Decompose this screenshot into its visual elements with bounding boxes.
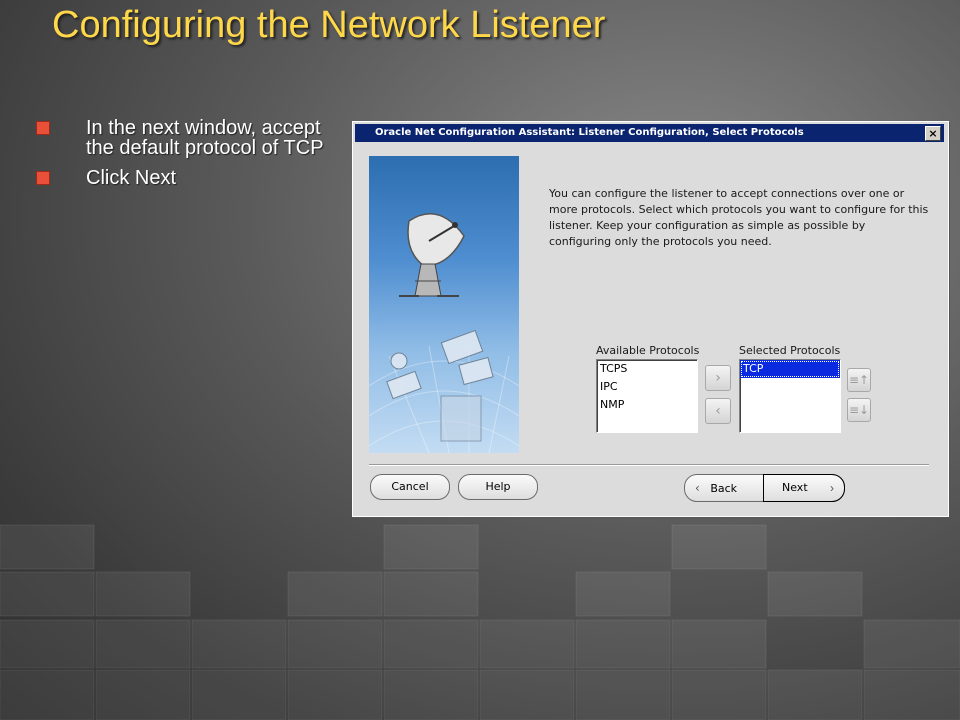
help-button[interactable]: Help: [458, 474, 538, 500]
bullet-square-icon: [36, 121, 50, 135]
bullet-text: In the next window, accept the default p…: [86, 117, 324, 159]
list-item-selected[interactable]: TCP: [740, 360, 840, 378]
available-protocols-list[interactable]: TCPS IPC NMP: [596, 359, 698, 433]
remove-protocol-button[interactable]: ‹: [705, 398, 731, 424]
back-button[interactable]: ‹ Back: [695, 475, 737, 501]
navigation-button-group: ‹ Back Next ›: [684, 474, 845, 502]
list-item[interactable]: NMP: [597, 396, 697, 414]
close-button[interactable]: ×: [925, 126, 941, 141]
back-label: Back: [710, 482, 738, 495]
bullet-square-icon: [36, 171, 50, 185]
illustration-graphic: [369, 213, 519, 453]
footer-divider: [369, 464, 929, 466]
dialog-description: You can configure the listener to accept…: [549, 187, 929, 248]
selected-protocols-label: Selected Protocols: [739, 344, 841, 357]
move-up-icon: ≡↑: [848, 373, 870, 387]
satellite-dish-illustration: [369, 156, 519, 453]
cancel-button[interactable]: Cancel: [370, 474, 450, 500]
move-down-icon: ≡↓: [848, 403, 870, 417]
listener-config-dialog: Oracle Net Configuration Assistant: List…: [352, 121, 949, 517]
list-item[interactable]: TCPS: [597, 360, 697, 378]
chevron-right-icon: ›: [715, 370, 721, 386]
available-protocols-label: Available Protocols: [596, 344, 700, 357]
bullet-list: In the next window, accept the default p…: [36, 118, 336, 198]
selected-protocols-list[interactable]: TCP: [739, 359, 841, 433]
add-protocol-button[interactable]: ›: [705, 365, 731, 391]
dialog-title: Oracle Net Configuration Assistant: List…: [375, 127, 804, 138]
chevron-left-icon: ‹: [715, 403, 721, 419]
bullet-text: Click Next: [86, 167, 177, 189]
bullet-item: Click Next: [36, 168, 336, 188]
move-up-button[interactable]: ≡↑: [847, 368, 871, 392]
chevron-left-icon: ‹: [695, 481, 700, 495]
list-item[interactable]: IPC: [597, 378, 697, 396]
next-button[interactable]: Next ›: [763, 474, 845, 502]
dialog-titlebar[interactable]: Oracle Net Configuration Assistant: List…: [355, 124, 944, 142]
chevron-right-icon: ›: [830, 481, 834, 495]
bullet-item: In the next window, accept the default p…: [36, 118, 336, 158]
move-down-button[interactable]: ≡↓: [847, 398, 871, 422]
slide-title: Configuring the Network Listener: [52, 4, 606, 46]
next-label: Next: [782, 481, 808, 494]
